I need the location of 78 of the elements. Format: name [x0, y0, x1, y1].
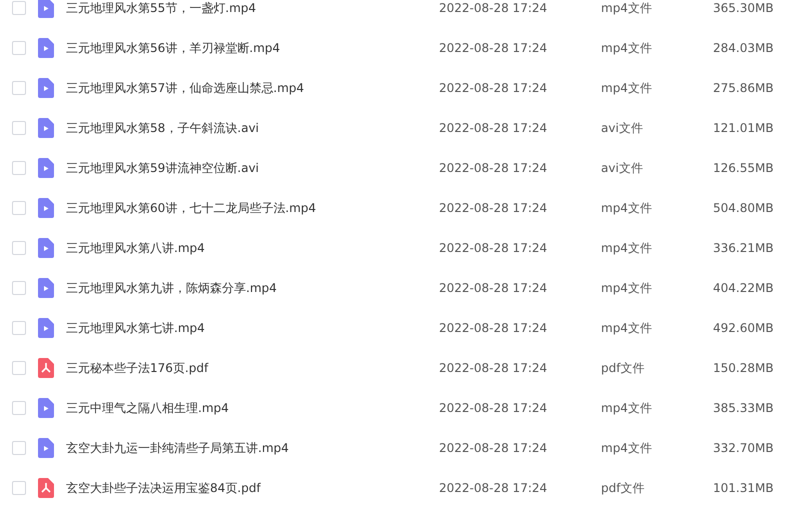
- file-name[interactable]: 三元地理风水第七讲.mp4: [66, 320, 439, 336]
- checkbox[interactable]: [12, 281, 26, 295]
- checkbox[interactable]: [12, 241, 26, 255]
- file-name[interactable]: 三元地理风水第56讲，羊刃禄堂断.mp4: [66, 40, 439, 56]
- checkbox[interactable]: [12, 81, 26, 95]
- file-type: avi文件: [601, 120, 644, 136]
- modified-date: 2022-08-28 17:24: [439, 201, 548, 215]
- video-file-icon: [38, 278, 54, 298]
- video-file-icon: [38, 158, 54, 178]
- modified-date: 2022-08-28 17:24: [439, 41, 548, 55]
- checkbox[interactable]: [12, 41, 26, 55]
- file-type: mp4文件: [601, 0, 653, 16]
- checkbox[interactable]: [12, 161, 26, 175]
- file-size: 101.31MB: [713, 481, 775, 495]
- file-name[interactable]: 三元地理风水第59讲流神空位断.avi: [66, 160, 439, 176]
- file-type: mp4文件: [601, 400, 653, 416]
- file-name[interactable]: 三元地理风水第60讲，七十二龙局些子法.mp4: [66, 200, 439, 216]
- video-file-icon: [38, 118, 54, 138]
- file-type: pdf文件: [601, 360, 646, 376]
- checkbox[interactable]: [12, 1, 26, 15]
- file-type: mp4文件: [601, 280, 653, 296]
- checkbox[interactable]: [12, 441, 26, 455]
- file-size: 492.60MB: [713, 321, 775, 335]
- checkbox[interactable]: [12, 481, 26, 495]
- file-name[interactable]: 三元中理气之隔八相生理.mp4: [66, 400, 439, 416]
- file-type: mp4文件: [601, 200, 653, 216]
- file-name[interactable]: 三元地理风水第九讲，陈炳森分享.mp4: [66, 280, 439, 296]
- file-size: 336.21MB: [713, 241, 775, 255]
- video-file-icon: [38, 0, 54, 18]
- file-size: 365.30MB: [713, 1, 775, 15]
- file-size: 504.80MB: [713, 201, 775, 215]
- video-file-icon: [38, 38, 54, 58]
- modified-date: 2022-08-28 17:24: [439, 401, 548, 415]
- file-size: 284.03MB: [713, 41, 775, 55]
- file-size: 126.55MB: [713, 161, 775, 175]
- file-type: mp4文件: [601, 240, 653, 256]
- checkbox[interactable]: [12, 321, 26, 335]
- video-file-icon: [38, 398, 54, 418]
- modified-date: 2022-08-28 17:24: [439, 241, 548, 255]
- video-file-icon: [38, 318, 54, 338]
- file-type: mp4文件: [601, 80, 653, 96]
- modified-date: 2022-08-28 17:24: [439, 1, 548, 15]
- modified-date: 2022-08-28 17:24: [439, 361, 548, 375]
- checkbox[interactable]: [12, 401, 26, 415]
- video-file-icon: [38, 198, 54, 218]
- file-name[interactable]: 三元地理风水第八讲.mp4: [66, 240, 439, 256]
- video-file-icon: [38, 238, 54, 258]
- file-type: pdf文件: [601, 480, 646, 496]
- pdf-file-icon: [38, 358, 54, 378]
- checkbox[interactable]: [12, 121, 26, 135]
- modified-date: 2022-08-28 17:24: [439, 281, 548, 295]
- file-size: 121.01MB: [713, 121, 775, 135]
- video-file-icon: [38, 438, 54, 458]
- file-size: 332.70MB: [713, 441, 775, 455]
- file-name[interactable]: 玄空大卦些子法决运用宝鉴84页.pdf: [66, 480, 439, 496]
- file-name[interactable]: 三元地理风水第57讲，仙命选座山禁忌.mp4: [66, 80, 439, 96]
- modified-date: 2022-08-28 17:24: [439, 321, 548, 335]
- checkbox[interactable]: [12, 201, 26, 215]
- file-size: 275.86MB: [713, 81, 775, 95]
- modified-date: 2022-08-28 17:24: [439, 121, 548, 135]
- file-name[interactable]: 三元秘本些子法176页.pdf: [66, 360, 439, 376]
- file-name[interactable]: 玄空大卦九运一卦纯清些子局第五讲.mp4: [66, 440, 439, 456]
- file-name[interactable]: 三元地理风水第58，子午斜流诀.avi: [66, 120, 439, 136]
- checkbox[interactable]: [12, 361, 26, 375]
- pdf-file-icon: [38, 478, 54, 498]
- modified-date: 2022-08-28 17:24: [439, 481, 548, 495]
- video-file-icon: [38, 78, 54, 98]
- file-size: 385.33MB: [713, 401, 775, 415]
- file-type: mp4文件: [601, 40, 653, 56]
- modified-date: 2022-08-28 17:24: [439, 441, 548, 455]
- modified-date: 2022-08-28 17:24: [439, 161, 548, 175]
- file-size: 404.22MB: [713, 281, 775, 295]
- modified-date: 2022-08-28 17:24: [439, 81, 548, 95]
- file-type: mp4文件: [601, 320, 653, 336]
- file-type: mp4文件: [601, 440, 653, 456]
- file-name[interactable]: 三元地理风水第55节，一盏灯.mp4: [66, 0, 439, 16]
- file-size: 150.28MB: [713, 361, 775, 375]
- file-type: avi文件: [601, 160, 644, 176]
